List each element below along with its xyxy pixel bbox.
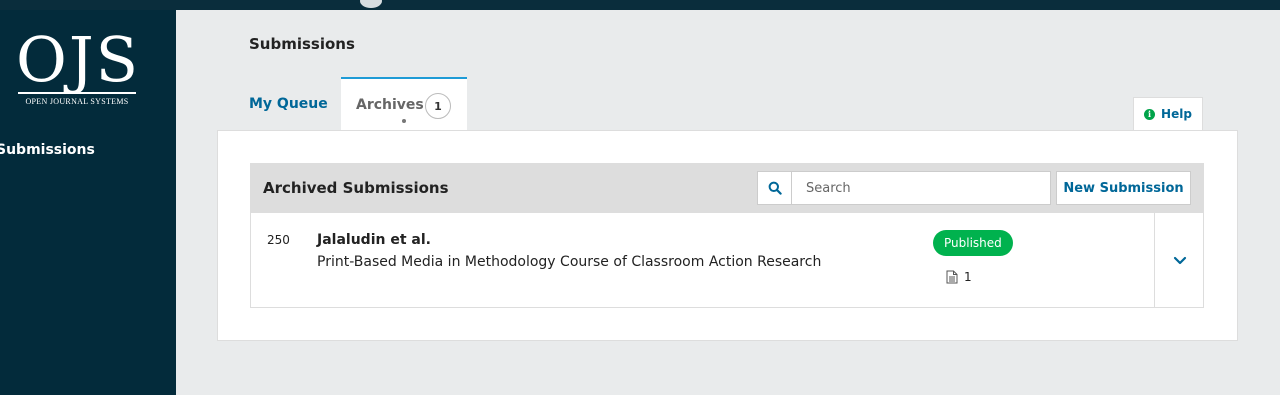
chevron-down-icon — [1173, 256, 1187, 264]
search-input[interactable] — [792, 171, 1051, 205]
logo-subtitle: OPEN JOURNAL SYSTEMS — [25, 97, 129, 106]
tab-my-queue[interactable]: My Queue — [249, 96, 328, 112]
page-title: Submissions — [249, 35, 355, 53]
submission-id: 250 — [267, 233, 290, 247]
document-icon — [946, 270, 958, 284]
submission-author: Jalaludin et al. — [317, 232, 431, 248]
submission-title: Print-Based Media in Methodology Course … — [317, 254, 822, 270]
new-submission-button[interactable]: New Submission — [1056, 171, 1191, 205]
list-title: Archived Submissions — [263, 179, 449, 197]
list-header: Archived Submissions New Submission — [250, 163, 1204, 213]
status-badge: Published — [933, 230, 1013, 256]
tab-archives-count: 1 — [425, 93, 451, 119]
tab-archives-label: Archives — [356, 97, 424, 113]
search-icon — [768, 181, 782, 195]
sidebar-item-submissions[interactable]: Submissions — [0, 142, 95, 158]
tab-archives[interactable]: Archives 1 — [341, 77, 467, 130]
active-tab-indicator — [402, 119, 406, 123]
help-button[interactable]: i Help — [1133, 97, 1203, 130]
expand-button[interactable] — [1154, 213, 1205, 307]
search-button[interactable] — [757, 171, 792, 205]
help-label: Help — [1161, 107, 1192, 121]
sidebar: OJS OPEN JOURNAL SYSTEMS Submissions — [0, 10, 176, 395]
top-bar-avatar[interactable] — [360, 0, 382, 8]
ojs-logo[interactable]: OJS OPEN JOURNAL SYSTEMS — [16, 23, 141, 107]
top-bar — [0, 0, 1280, 10]
info-icon: i — [1144, 108, 1156, 120]
list-item[interactable]: 250 Jalaludin et al. Print-Based Media i… — [250, 213, 1204, 308]
file-count: 1 — [946, 270, 972, 284]
file-count-value: 1 — [964, 270, 972, 284]
logo-mark: OJS — [16, 23, 141, 96]
